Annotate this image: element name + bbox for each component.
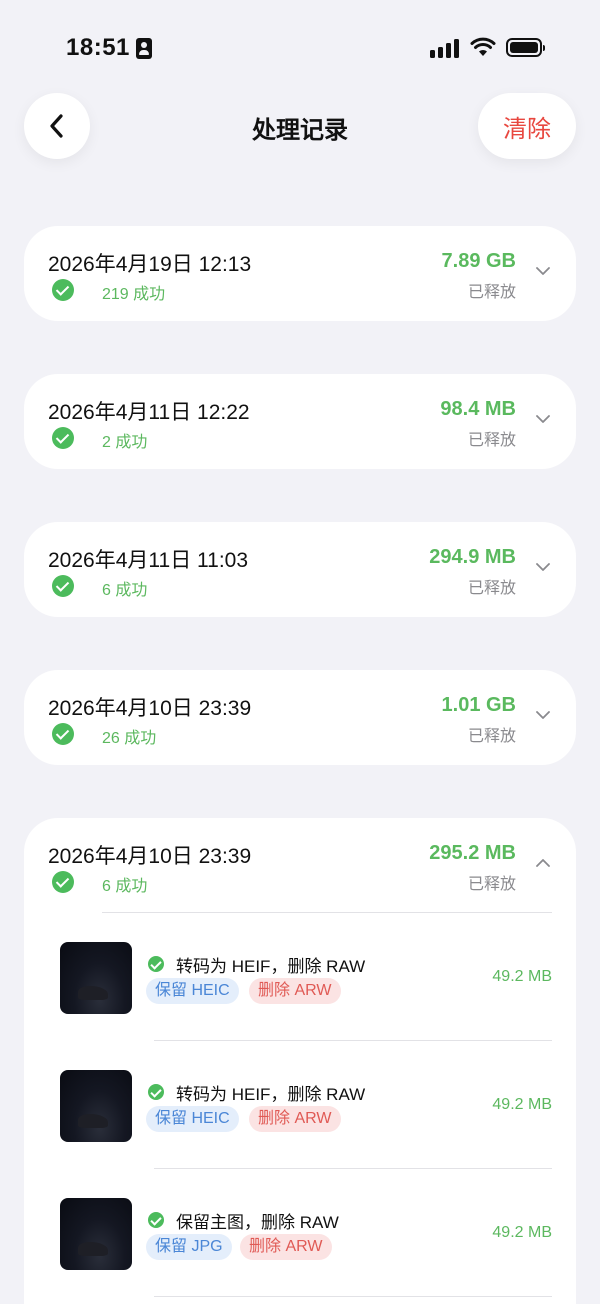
- chevron-up-icon[interactable]: [536, 856, 550, 870]
- success-count: 219 成功: [102, 286, 166, 303]
- record-card[interactable]: 2026年4月11日 12:22 2 成功 98.4 MB 已释放: [24, 374, 576, 469]
- success-check-icon: [148, 1212, 164, 1228]
- record-card-expanded[interactable]: 2026年4月10日 23:39 6 成功 295.2 MB 已释放 转码为 H…: [24, 818, 576, 1304]
- record-card[interactable]: 2026年4月11日 11:03 6 成功 294.9 MB 已释放: [24, 522, 576, 617]
- freed-size: 295.2 MB: [429, 842, 516, 864]
- record-datetime: 2026年4月10日 23:39: [48, 845, 252, 868]
- file-item[interactable]: 保留主图，删除 RAW 保留 JPG 删除 ARW 49.2 MB: [24, 1198, 576, 1304]
- record-datetime: 2026年4月11日 12:22: [48, 401, 250, 424]
- success-check-icon: [148, 956, 164, 972]
- success-count: 6 成功: [102, 582, 148, 599]
- chevron-down-icon[interactable]: [536, 264, 550, 278]
- divider: [154, 1040, 552, 1041]
- contact-card-icon: [136, 38, 152, 59]
- chevron-down-icon[interactable]: [536, 412, 550, 426]
- freed-label: 已释放: [467, 284, 516, 301]
- delete-tag: 删除 ARW: [249, 1106, 341, 1132]
- record-datetime: 2026年4月10日 23:39: [48, 697, 252, 720]
- file-item[interactable]: 转码为 HEIF，删除 RAW 保留 HEIC 删除 ARW 49.2 MB: [24, 1070, 576, 1198]
- freed-size: 7.89 GB: [441, 250, 516, 272]
- divider: [102, 912, 552, 913]
- record-card[interactable]: 2026年4月19日 12:13 219 成功 7.89 GB 已释放: [24, 226, 576, 321]
- success-check-icon: [52, 871, 74, 893]
- clear-button[interactable]: 清除: [478, 93, 576, 159]
- file-size: 49.2 MB: [492, 968, 552, 985]
- keep-tag: 保留 JPG: [146, 1234, 232, 1260]
- freed-label: 已释放: [467, 876, 516, 893]
- chevron-down-icon[interactable]: [536, 708, 550, 722]
- success-check-icon: [52, 575, 74, 597]
- delete-tag: 删除 ARW: [249, 978, 341, 1004]
- record-datetime: 2026年4月19日 12:13: [48, 253, 252, 276]
- delete-tag: 删除 ARW: [240, 1234, 332, 1260]
- freed-size: 294.9 MB: [429, 546, 516, 568]
- file-action: 转码为 HEIF，删除 RAW: [176, 957, 366, 976]
- freed-size: 1.01 GB: [441, 694, 516, 716]
- file-action: 保留主图，删除 RAW: [176, 1213, 339, 1232]
- battery-icon: [506, 38, 545, 57]
- file-size: 49.2 MB: [492, 1096, 552, 1113]
- status-time: 18:51: [66, 34, 130, 61]
- keep-tag: 保留 HEIC: [146, 978, 239, 1004]
- success-count: 26 成功: [102, 730, 157, 747]
- photo-thumbnail: [60, 942, 132, 1014]
- freed-label: 已释放: [467, 728, 516, 745]
- chevron-down-icon[interactable]: [536, 560, 550, 574]
- status-bar: 18:51: [0, 0, 600, 96]
- success-check-icon: [52, 723, 74, 745]
- freed-label: 已释放: [467, 432, 516, 449]
- record-datetime: 2026年4月11日 11:03: [48, 549, 249, 572]
- divider: [154, 1296, 552, 1297]
- photo-thumbnail: [60, 1198, 132, 1270]
- file-item[interactable]: 转码为 HEIF，删除 RAW 保留 HEIC 删除 ARW 49.2 MB: [24, 942, 576, 1070]
- cellular-signal-icon: [430, 38, 460, 58]
- freed-size: 98.4 MB: [440, 398, 516, 420]
- file-action: 转码为 HEIF，删除 RAW: [176, 1085, 366, 1104]
- divider: [154, 1168, 552, 1169]
- success-check-icon: [52, 427, 74, 449]
- success-check-icon: [52, 279, 74, 301]
- wifi-icon: [470, 37, 496, 56]
- file-size: 49.2 MB: [492, 1224, 552, 1241]
- success-count: 6 成功: [102, 878, 148, 895]
- success-check-icon: [148, 1084, 164, 1100]
- keep-tag: 保留 HEIC: [146, 1106, 239, 1132]
- record-card[interactable]: 2026年4月10日 23:39 26 成功 1.01 GB 已释放: [24, 670, 576, 765]
- photo-thumbnail: [60, 1070, 132, 1142]
- freed-label: 已释放: [467, 580, 516, 597]
- success-count: 2 成功: [102, 434, 148, 451]
